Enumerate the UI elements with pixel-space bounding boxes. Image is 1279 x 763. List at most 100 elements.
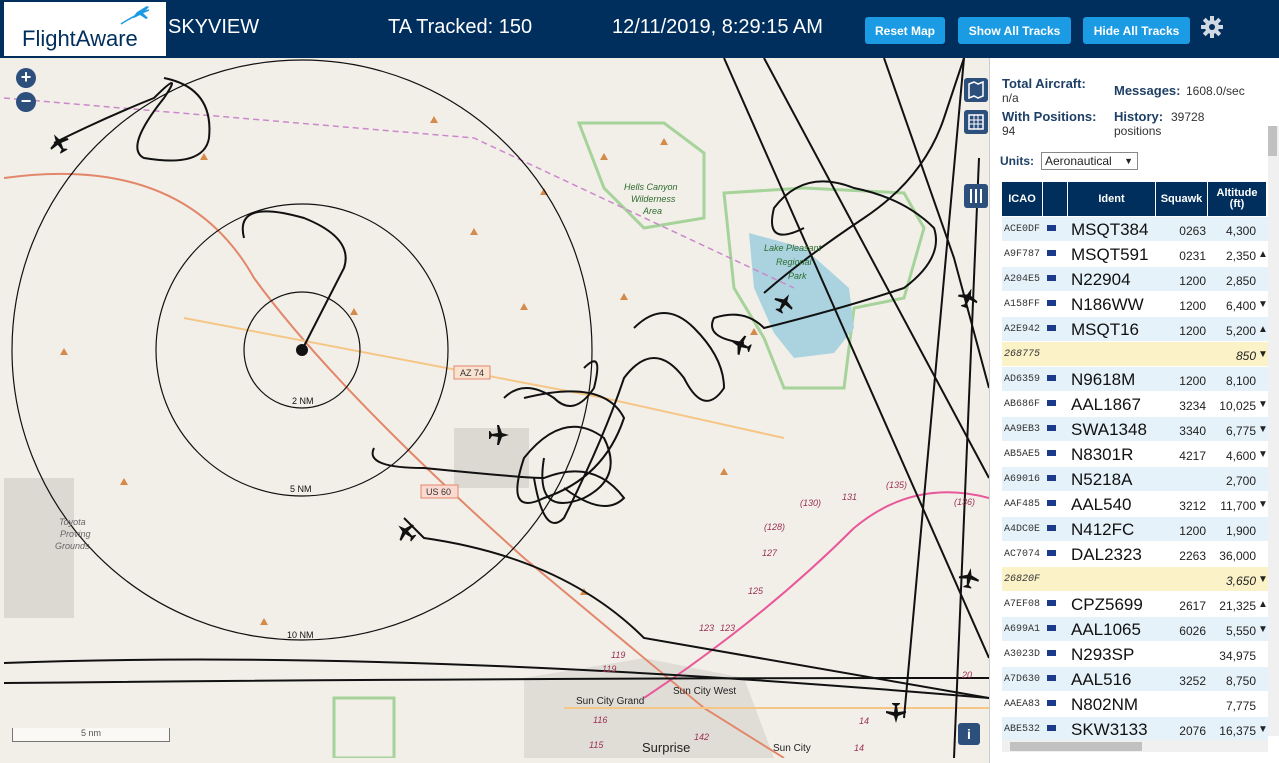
cell-icao: A3023D <box>1004 649 1041 660</box>
table-row[interactable]: ACE0DF MSQT384 0263 4,300 <box>1002 217 1268 242</box>
cell-icao: AD6359 <box>1004 374 1041 385</box>
toyota-label-2: Proving <box>60 529 91 539</box>
cell-altitude: 4,300 <box>1225 224 1256 238</box>
cell-ident: N802NM <box>1071 695 1139 714</box>
top-header: FlightAware SKYVIEW TA Tracked: 150 12/1… <box>0 0 1279 58</box>
panel-vertical-scrollbar[interactable] <box>1268 126 1279 736</box>
table-row[interactable]: A699A1 AAL1065 6026 5,550 ▼ <box>1002 617 1268 642</box>
table-row[interactable]: A69016 N5218A 2,700 <box>1002 467 1268 492</box>
cell-altitude: 1,900 <box>1225 524 1256 538</box>
road-num-119a: 119 <box>611 650 625 660</box>
cell-ident: AAL1867 <box>1071 395 1141 414</box>
road-num-136: (136) <box>954 497 975 507</box>
table-row[interactable]: AA9EB3 SWA1348 3340 6,775 ▼ <box>1002 417 1268 442</box>
table-row[interactable]: AB686F AAL1867 3234 10,025 ▼ <box>1002 392 1268 417</box>
table-row[interactable]: A3023D N293SP 34,975 <box>1002 642 1268 667</box>
cell-ident: N186WW <box>1071 295 1144 314</box>
table-row[interactable]: AAF485 AAL540 3212 11,700 ▼ <box>1002 492 1268 517</box>
cell-squawk: 1200 <box>1179 299 1206 313</box>
table-row[interactable]: 26820F 3,650 ▼ <box>1002 567 1268 592</box>
tracked-count: TA Tracked: 150 <box>388 16 533 38</box>
cell-ident: N293SP <box>1071 645 1135 664</box>
map-area[interactable]: 2 NM 5 NM 10 NM Hells Canyon Wilderness … <box>4 58 989 758</box>
table-row[interactable]: AD6359 N9618M 1200 8,100 <box>1002 367 1268 392</box>
table-row[interactable]: 268775 850 ▼ <box>1002 342 1268 367</box>
cell-ident: N9618M <box>1071 370 1136 389</box>
svg-text:US 60: US 60 <box>426 487 451 497</box>
table-row[interactable]: A2E942 MSQT16 1200 5,200 ▲ <box>1002 317 1268 342</box>
panel-horizontal-scrollbar[interactable] <box>1002 740 1268 752</box>
hells-canyon-label-2: Wilderness <box>631 194 676 204</box>
hells-canyon-label-3: Area <box>642 206 662 216</box>
sun-city-label: Sun City <box>773 743 811 754</box>
altitude-trend-icon: ▼ <box>1258 499 1268 510</box>
cell-squawk: 1200 <box>1179 374 1206 388</box>
table-row[interactable]: A204E5 N22904 1200 2,850 <box>1002 267 1268 292</box>
cell-squawk: 6026 <box>1179 624 1206 638</box>
cell-altitude: 5,550 <box>1225 624 1256 638</box>
road-num-131: 131 <box>842 492 857 502</box>
cell-altitude: 36,000 <box>1219 549 1256 563</box>
hide-all-tracks-button[interactable]: Hide All Tracks <box>1083 17 1190 44</box>
cell-icao: A7EF08 <box>1004 599 1041 610</box>
cell-ident: CPZ5699 <box>1071 595 1143 614</box>
altitude-trend-icon: ▼ <box>1258 624 1268 635</box>
reset-map-button[interactable]: Reset Map <box>865 17 945 44</box>
cell-ident: N22904 <box>1071 270 1131 289</box>
altitude-trend-icon: ▲ <box>1258 599 1268 610</box>
road-num-116: 116 <box>593 715 607 725</box>
horizontal-scroll-thumb[interactable] <box>1010 742 1142 751</box>
aircraft-markers <box>50 134 979 723</box>
aircraft-panel: Total Aircraft: n/a Messages: 1608.0/sec… <box>989 58 1279 763</box>
table-row[interactable]: A4DC0E N412FC 1200 1,900 <box>1002 517 1268 542</box>
grid-icon[interactable] <box>964 110 988 134</box>
show-all-tracks-button[interactable]: Show All Tracks <box>958 17 1071 44</box>
table-row[interactable]: A158FF N186WW 1200 6,400 ▼ <box>1002 292 1268 317</box>
table-row[interactable]: A7D630 AAL516 3252 8,750 <box>1002 667 1268 692</box>
cell-squawk: 1200 <box>1179 524 1206 538</box>
table-row[interactable]: A7EF08 CPZ5699 2617 21,325 ▲ <box>1002 592 1268 617</box>
road-num-123a: 123 <box>699 623 714 633</box>
map-layers-icon[interactable] <box>964 78 988 102</box>
cell-icao: A7D630 <box>1004 674 1041 685</box>
toyota-label-3: Grounds <box>55 541 90 551</box>
park-boundary <box>332 696 396 758</box>
table-row[interactable]: AB5AE5 N8301R 4217 4,600 ▼ <box>1002 442 1268 467</box>
zoom-out-icon[interactable]: − <box>16 92 36 112</box>
vertical-scroll-thumb[interactable] <box>1268 126 1277 156</box>
cell-altitude: 11,700 <box>1220 499 1256 513</box>
cell-altitude: 2,700 <box>1225 474 1256 488</box>
col-icao[interactable]: ICAO <box>1002 182 1043 216</box>
road-num-142: 142 <box>694 732 709 742</box>
road-num-123b: 123 <box>720 623 735 633</box>
flightaware-logo[interactable]: FlightAware <box>4 2 166 56</box>
cell-ident: AAL1065 <box>1071 620 1141 639</box>
cell-squawk: 2617 <box>1179 599 1206 613</box>
cell-icao: AB686F <box>1004 399 1041 410</box>
cell-altitude: 6,400 <box>1225 299 1256 313</box>
info-icon[interactable]: i <box>958 723 980 745</box>
units-select[interactable]: Aeronautical ▼ <box>1041 152 1138 170</box>
table-row[interactable]: AAEA83 N802NM 7,775 <box>1002 692 1268 717</box>
table-row[interactable]: A9F787 MSQT591 0231 2,350 ▲ <box>1002 242 1268 267</box>
columns-icon[interactable] <box>964 184 988 208</box>
zoom-in-icon[interactable]: + <box>16 68 36 88</box>
cell-squawk: 3252 <box>1179 674 1206 688</box>
col-ident[interactable]: Ident <box>1068 182 1156 216</box>
history-value-2: positions <box>1114 124 1162 138</box>
col-squawk[interactable]: Squawk <box>1156 182 1208 216</box>
cell-icao: A2E942 <box>1004 324 1041 335</box>
cell-ident: DAL2323 <box>1071 545 1142 564</box>
lake-pleasant-label-1: Lake Pleasant <box>764 243 822 253</box>
table-row[interactable]: ABE532 SKW3133 2076 16,375 ▼ <box>1002 717 1268 742</box>
with-positions-label: With Positions: <box>1002 109 1097 124</box>
col-altitude[interactable]: Altitude (ft) <box>1208 182 1266 216</box>
road-num-14b: 14 <box>854 743 864 753</box>
altitude-trend-icon: ▼ <box>1258 399 1268 410</box>
table-row[interactable]: AC7074 DAL2323 2263 36,000 <box>1002 542 1268 567</box>
ring-label-2nm: 2 NM <box>292 396 314 406</box>
altitude-trend-icon: ▲ <box>1258 324 1268 335</box>
gear-icon[interactable] <box>1199 14 1225 40</box>
road-num-130: (130) <box>800 498 821 508</box>
col-flag[interactable] <box>1043 182 1068 216</box>
